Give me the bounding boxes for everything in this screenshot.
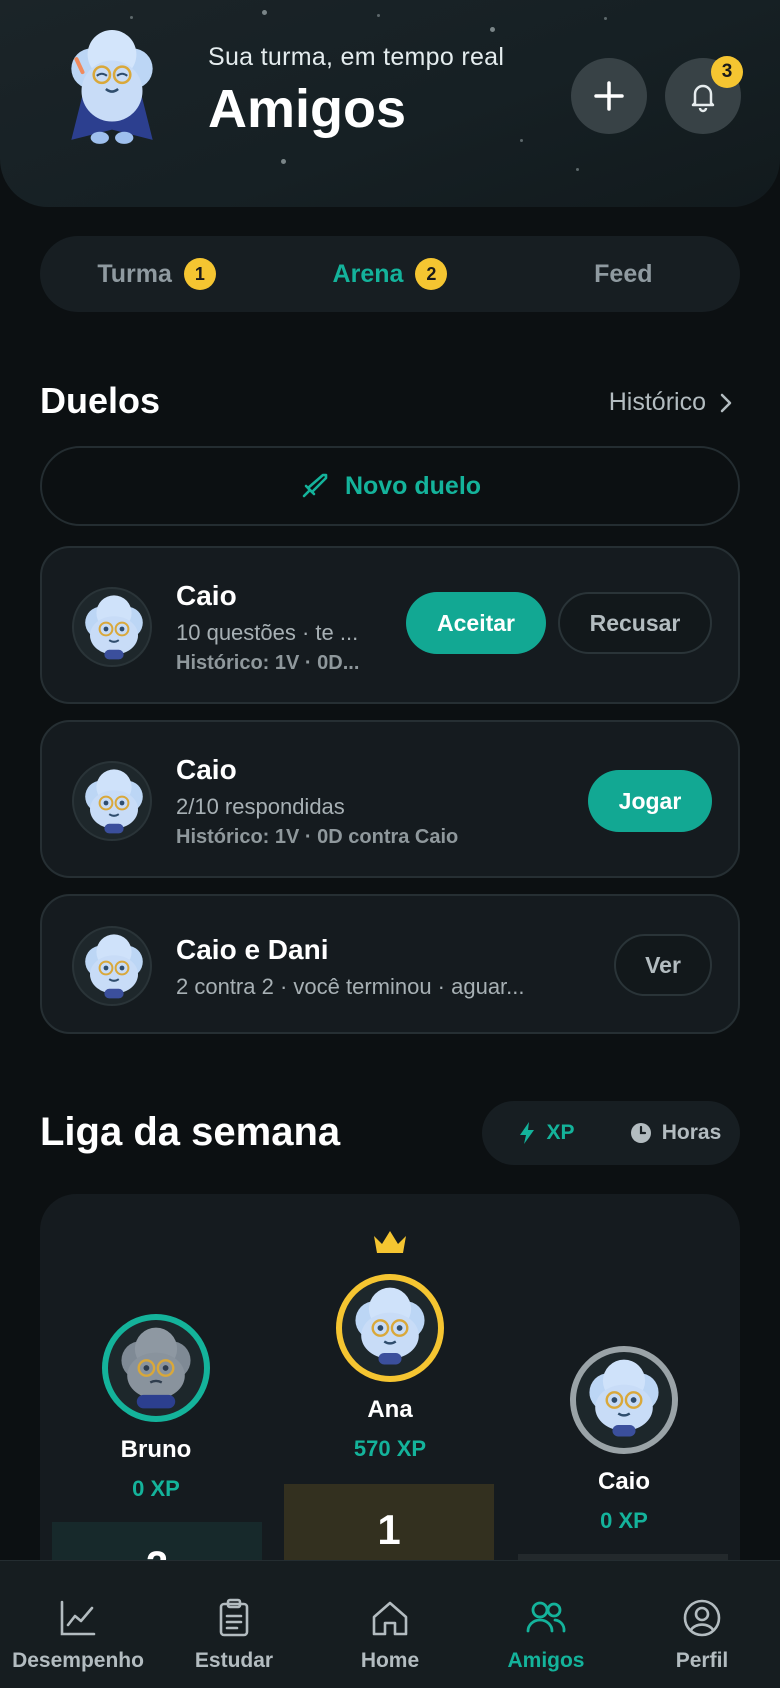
nav-label: Amigos bbox=[507, 1649, 585, 1672]
nav-amigos[interactable]: Amigos bbox=[468, 1561, 624, 1688]
home-icon bbox=[372, 1601, 408, 1636]
nav-label: Estudar bbox=[194, 1649, 274, 1672]
new-duel-button[interactable]: Novo duelo bbox=[40, 446, 740, 526]
toggle-label: XP bbox=[546, 1121, 575, 1144]
tab-label: Arena bbox=[332, 259, 404, 288]
nav-perfil[interactable]: Perfil bbox=[624, 1561, 780, 1688]
avatar bbox=[72, 761, 152, 841]
league-podium: Ana 570 XP 1 Bruno 0 XP 2 Caio 0 XP 3 bbox=[40, 1194, 740, 1614]
duels-title: Duelos bbox=[40, 380, 161, 421]
nav-estudar[interactable]: Estudar bbox=[156, 1561, 312, 1688]
star-decoration bbox=[604, 17, 607, 20]
nav-home[interactable]: Home bbox=[312, 1561, 468, 1688]
notifications-button[interactable]: 3 bbox=[665, 56, 743, 134]
play-button[interactable]: Jogar bbox=[588, 770, 712, 832]
nav-label: Home bbox=[360, 1649, 420, 1672]
opponent-name: Caio bbox=[176, 580, 237, 611]
header-subtitle: Sua turma, em tempo real bbox=[208, 43, 505, 71]
podium-name: Ana bbox=[367, 1396, 413, 1423]
opponent-name: Caio e Dani bbox=[176, 934, 329, 965]
star-decoration bbox=[576, 168, 579, 171]
duel-history: Histórico: 1V · 0D contra Caio bbox=[176, 826, 459, 848]
view-button[interactable]: Ver bbox=[614, 934, 712, 996]
chart-icon bbox=[60, 1600, 96, 1636]
tab-arena[interactable]: Arena 2 bbox=[273, 236, 506, 312]
header: Sua turma, em tempo real Amigos 3 bbox=[0, 0, 780, 207]
sword-icon bbox=[302, 473, 328, 498]
avatar-image bbox=[576, 1352, 672, 1448]
history-link[interactable]: Histórico bbox=[609, 388, 734, 417]
avatar-image bbox=[342, 1280, 438, 1376]
new-duel-label: Novo duelo bbox=[344, 471, 482, 500]
bolt-icon bbox=[520, 1122, 535, 1144]
plus-icon bbox=[594, 81, 624, 111]
add-friend-button[interactable] bbox=[571, 58, 647, 134]
star-decoration bbox=[490, 27, 495, 32]
tab-badge: 1 bbox=[183, 258, 216, 290]
profile-icon bbox=[683, 1599, 721, 1637]
duel-card: Caio 10 questões · te ... Histórico: 1V … bbox=[40, 546, 740, 704]
avatar-image bbox=[74, 928, 152, 1006]
nav-label: Desempenho bbox=[12, 1649, 144, 1672]
avatar-image bbox=[74, 589, 152, 667]
avatar-image bbox=[121, 1327, 191, 1409]
bottom-navigation: Desempenho Estudar Home Amigos Perfil bbox=[0, 1560, 780, 1688]
duel-progress: 2/10 respondidas bbox=[176, 794, 345, 819]
bell-icon bbox=[691, 84, 715, 113]
podium-avatar-first bbox=[336, 1274, 444, 1382]
crown-icon bbox=[374, 1231, 406, 1253]
clipboard-icon bbox=[219, 1598, 249, 1637]
podium-name: Bruno bbox=[120, 1436, 192, 1463]
duel-status: 10 questões · te ... bbox=[176, 620, 359, 645]
star-decoration bbox=[281, 159, 286, 164]
podium-avatar-second bbox=[102, 1314, 210, 1422]
podium-xp: 570 XP bbox=[353, 1436, 427, 1461]
history-label: Histórico bbox=[608, 388, 706, 416]
decline-button[interactable]: Recusar bbox=[558, 592, 712, 654]
toggle-label: Horas bbox=[661, 1121, 722, 1144]
tab-feed[interactable]: Feed bbox=[507, 236, 740, 312]
duel-history: Histórico: 1V · 0D... bbox=[176, 652, 360, 674]
segment-tabs: Turma 1 Arena 2 Feed bbox=[40, 236, 740, 312]
podium-xp: 0 XP bbox=[132, 1476, 180, 1501]
toggle-xp[interactable]: XP bbox=[482, 1121, 611, 1145]
clock-icon bbox=[630, 1123, 651, 1143]
avatar-image bbox=[74, 763, 152, 841]
league-metric-toggle: XP Horas bbox=[482, 1101, 740, 1165]
tab-label: Feed bbox=[594, 259, 653, 288]
podium-avatar-third bbox=[570, 1346, 678, 1454]
duel-card: Caio 2/10 respondidas Histórico: 1V · 0D… bbox=[40, 720, 740, 878]
nav-desempenho[interactable]: Desempenho bbox=[0, 1561, 156, 1688]
chevron-right-icon bbox=[720, 393, 732, 412]
avatar bbox=[72, 926, 152, 1006]
duel-status: 2 contra 2 · você terminou · aguar... bbox=[176, 974, 525, 999]
notification-count-badge: 3 bbox=[711, 56, 743, 88]
friends-icon bbox=[526, 1601, 566, 1633]
tab-label: Turma bbox=[97, 259, 172, 288]
star-decoration bbox=[520, 139, 523, 142]
podium-name: Caio bbox=[597, 1468, 650, 1495]
star-decoration bbox=[377, 14, 380, 17]
tab-turma[interactable]: Turma 1 bbox=[40, 236, 273, 312]
podium-xp: 0 XP bbox=[600, 1508, 648, 1533]
duel-card: Caio e Dani 2 contra 2 · você terminou ·… bbox=[40, 894, 740, 1034]
mascot-logo bbox=[71, 30, 153, 144]
opponent-name: Caio bbox=[176, 754, 237, 785]
league-title: Liga da semana bbox=[40, 1110, 341, 1154]
tab-badge: 2 bbox=[415, 258, 448, 290]
nav-label: Perfil bbox=[675, 1649, 729, 1672]
page-title: Amigos bbox=[208, 79, 407, 139]
star-decoration bbox=[262, 10, 267, 15]
toggle-hours[interactable]: Horas bbox=[611, 1121, 740, 1145]
star-decoration bbox=[130, 16, 133, 19]
avatar bbox=[72, 587, 152, 667]
accept-button[interactable]: Aceitar bbox=[406, 592, 546, 654]
